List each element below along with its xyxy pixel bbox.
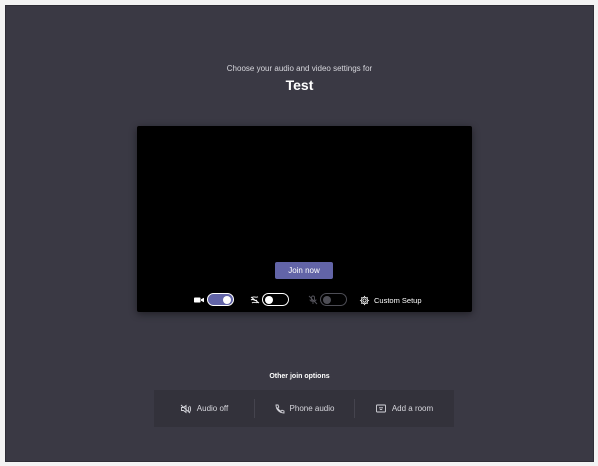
microphone-toggle-knob	[323, 296, 331, 304]
other-join-options-label: Other join options	[269, 373, 330, 380]
pre-join-screen: Choose your audio and video settings for…	[6, 6, 593, 461]
camera-toggle[interactable]	[207, 293, 234, 306]
join-now-button[interactable]: Join now	[275, 262, 333, 279]
settings-subtitle: Choose your audio and video settings for	[226, 64, 373, 73]
background-blur-toggle[interactable]	[262, 293, 289, 306]
video-camera-icon	[193, 295, 205, 305]
phone-icon	[274, 404, 285, 414]
microphone-off-icon	[307, 295, 319, 305]
camera-toggle-knob	[223, 296, 231, 304]
gear-icon	[359, 295, 370, 306]
other-join-options: Audio off Phone audio Add a room	[154, 390, 454, 427]
add-a-room-label: Add a room	[391, 404, 434, 413]
custom-setup-button[interactable]: Custom Setup	[359, 292, 422, 308]
audio-off-option[interactable]: Audio off	[154, 390, 254, 427]
audio-off-label: Audio off	[196, 404, 229, 413]
device-controls: Custom Setup	[137, 292, 472, 308]
speaker-off-icon	[180, 404, 192, 414]
add-a-room-option[interactable]: Add a room	[354, 390, 454, 427]
meeting-title: Test	[285, 77, 314, 93]
background-blur-toggle-knob	[265, 296, 273, 304]
phone-audio-option[interactable]: Phone audio	[254, 390, 354, 427]
phone-audio-label: Phone audio	[289, 404, 335, 413]
room-display-icon	[375, 404, 387, 414]
background-blur-icon	[249, 295, 261, 305]
microphone-toggle[interactable]	[320, 293, 347, 306]
video-preview: Join now Custom Setup	[137, 126, 472, 312]
custom-setup-label: Custom Setup	[374, 295, 422, 305]
